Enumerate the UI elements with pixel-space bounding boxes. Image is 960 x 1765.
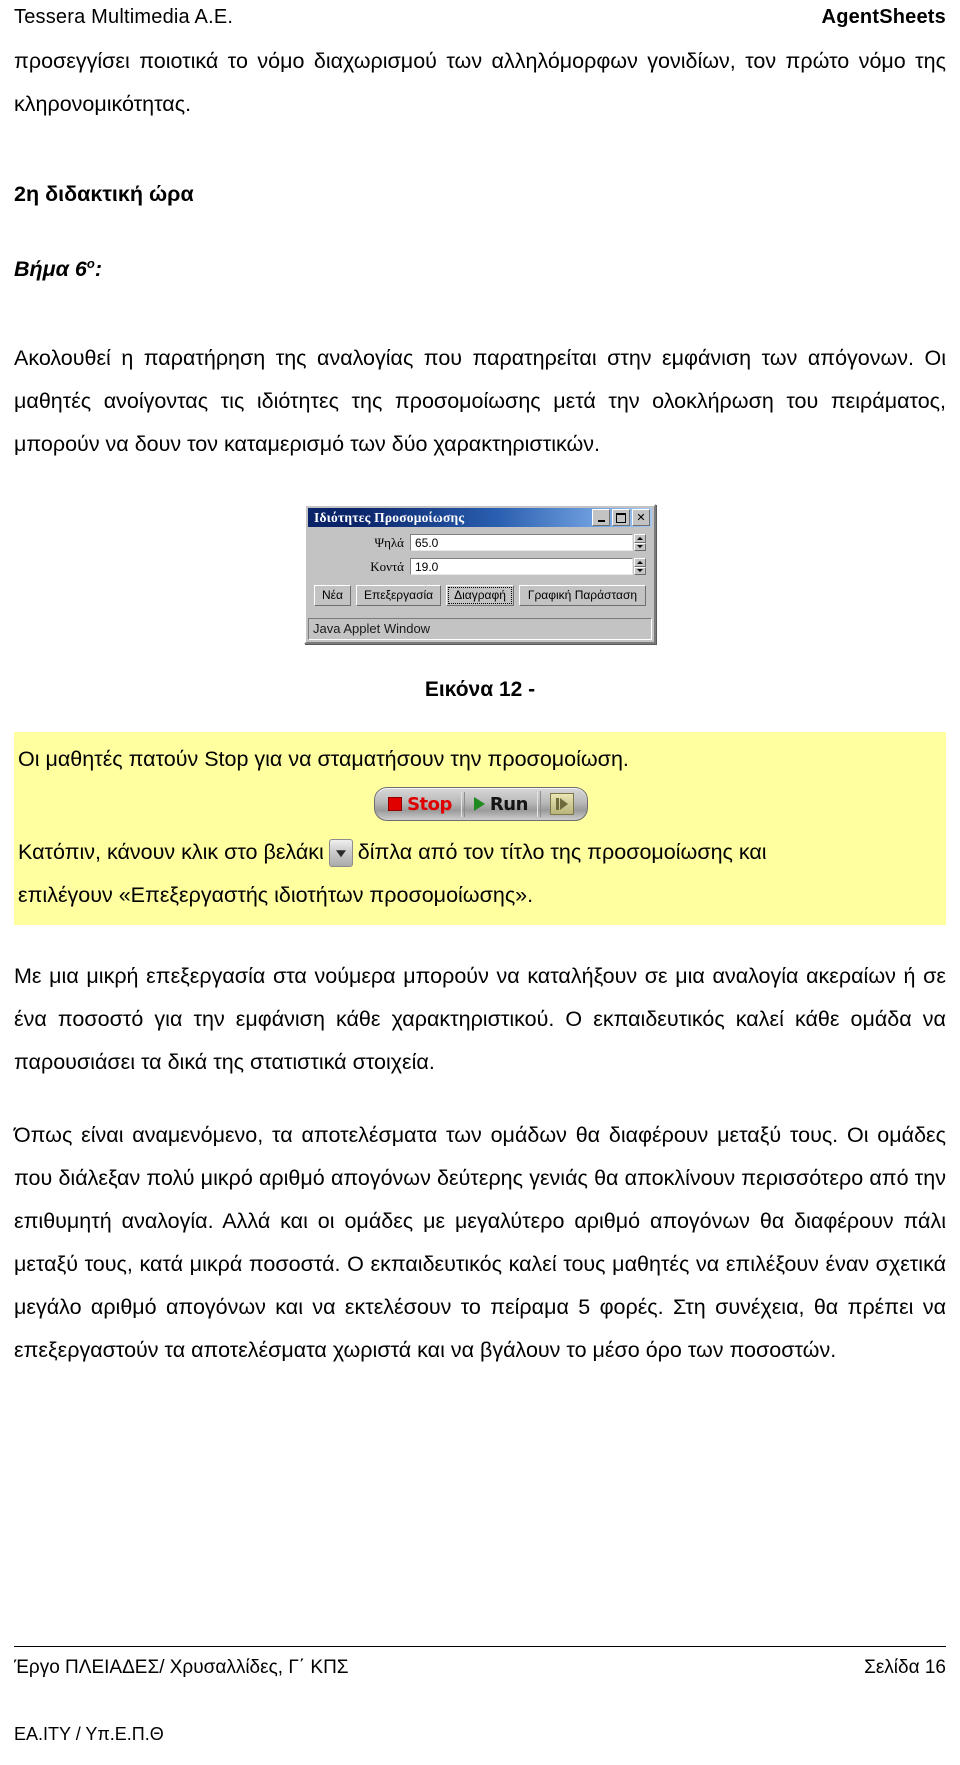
paragraph-after-2: Όπως είναι αναμενόμενο, τα αποτελέσματα … — [14, 1123, 946, 1363]
maximize-button[interactable] — [612, 509, 630, 527]
spinner-up-button[interactable] — [634, 534, 646, 543]
close-button[interactable]: ✕ — [632, 509, 650, 527]
run-button-label: Run — [489, 793, 529, 815]
window-controls: ✕ — [592, 509, 650, 527]
paragraph-step6: Ακολουθεί η παρατήρηση της αναλογίας που… — [14, 346, 946, 457]
field-label-near: Κοντά — [370, 558, 404, 574]
dialog-title-bar: Ιδιότητες Προσομοίωσης ✕ — [308, 508, 652, 528]
step-arrow — [559, 798, 568, 811]
highlight-line-2: Κατόπιν, κάνουν κλικ στο βελάκι δίπλα από… — [18, 831, 944, 874]
edit-button[interactable]: Επεξεργασία — [355, 585, 442, 607]
spinner-down-button[interactable] — [634, 542, 646, 552]
spinner-near[interactable] — [634, 558, 646, 576]
step-heading: Βήμα 6ο: — [14, 244, 946, 289]
dropdown-arrow-icon[interactable] — [328, 839, 353, 868]
lesson-heading: 2η διδακτική ώρα — [14, 182, 194, 206]
field-row-high: Ψηλά 65.0 — [314, 534, 646, 552]
paragraph-continuation: προσεγγίσει ποιοτικά το νόμο διαχωρισμού… — [14, 49, 946, 116]
dialog-button-row: Νέα Επεξεργασία Διαγραφή Γραφική Παράστα… — [314, 585, 646, 607]
header-left-text: Tessera Multimedia A.E. — [14, 6, 234, 28]
play-icon — [473, 797, 485, 812]
stop-button[interactable]: Stop — [379, 791, 462, 817]
figure-simulation-properties: Ιδιότητες Προσομοίωσης ✕ Ψηλά 65.0 Κοντά… — [14, 504, 946, 645]
agentsheets-toolbar: Stop Run — [374, 787, 588, 822]
step-bar — [555, 798, 559, 811]
java-dialog-window: Ιδιότητες Προσομοίωσης ✕ Ψηλά 65.0 Κοντά… — [304, 504, 656, 645]
chevron-up-icon — [637, 560, 643, 564]
paragraph-after-1: Με μια μικρή επεξεργασία στα νούμερα μπο… — [14, 964, 946, 1075]
field-value-high[interactable]: 65.0 — [410, 534, 633, 552]
field-label-high: Ψηλά — [374, 534, 404, 550]
field-row-near: Κοντά 19.0 — [314, 558, 646, 576]
stop-button-label: Stop — [407, 793, 452, 815]
document-page: Tessera Multimedia A.E. AgentSheets προσ… — [0, 0, 960, 1765]
dialog-title: Ιδιότητες Προσομοίωσης — [314, 509, 465, 525]
minimize-icon — [597, 519, 605, 522]
field-value-near[interactable]: 19.0 — [410, 558, 633, 576]
dialog-body: Ψηλά 65.0 Κοντά 19.0 Νέα Επεξεργασία Δια… — [308, 527, 652, 610]
footer-divider — [14, 1646, 946, 1647]
chevron-down-icon — [637, 569, 643, 573]
spinner-up-button[interactable] — [634, 558, 646, 567]
page-number: Σελίδα 16 — [864, 1657, 946, 1678]
graph-button[interactable]: Γραφική Παράσταση — [518, 585, 646, 607]
dialog-status-bar: Java Applet Window — [308, 618, 652, 641]
highlight-line-3: επιλέγουν «Επεξεργαστής ιδιοτήτων προσομ… — [18, 883, 534, 908]
chevron-down-icon — [637, 545, 643, 549]
footer-organization: ΕΑ.ΙΤΥ / Υπ.Ε.Π.Θ — [14, 1724, 164, 1744]
minimize-button[interactable] — [592, 509, 610, 527]
highlight-line-1: Οι μαθητές πατούν Stop για να σταματήσου… — [18, 747, 629, 772]
page-footer: Έργο ΠΛΕΙΑΔΕΣ/ Χρυσαλλίδες, Γ΄ ΚΠΣ Σελίδ… — [14, 1646, 946, 1747]
header-right-text: AgentSheets — [821, 6, 946, 28]
chevron-up-icon — [637, 536, 643, 540]
step-heading-label: Βήμα 6 — [14, 257, 87, 282]
figure-caption: Εικόνα 12 - — [424, 678, 536, 702]
delete-button[interactable]: Διαγραφή — [446, 585, 514, 607]
highlighted-note-block: Οι μαθητές πατούν Stop για να σταματήσου… — [14, 732, 946, 926]
spinner-down-button[interactable] — [634, 566, 646, 576]
step-forward-icon — [549, 793, 574, 816]
run-button[interactable]: Run — [463, 791, 538, 817]
new-button[interactable]: Νέα — [314, 585, 351, 607]
close-icon: ✕ — [636, 511, 646, 525]
highlight-line-2-post: δίπλα από τον τίτλο της προσομοίωσης και — [357, 840, 767, 865]
maximize-icon — [616, 512, 626, 523]
step-heading-ordinal: ο — [86, 256, 95, 271]
footer-left-text: Έργο ΠΛΕΙΑΔΕΣ/ Χρυσαλλίδες, Γ΄ ΚΠΣ — [14, 1657, 349, 1678]
running-header: Tessera Multimedia A.E. AgentSheets — [14, 0, 946, 40]
agentsheets-toolbar-figure: Stop Run — [18, 787, 944, 822]
step-heading-colon: : — [94, 257, 103, 282]
footer-row: Έργο ΠΛΕΙΑΔΕΣ/ Χρυσαλλίδες, Γ΄ ΚΠΣ Σελίδ… — [14, 1653, 946, 1683]
spinner-high[interactable] — [634, 534, 646, 552]
step-button[interactable] — [539, 791, 583, 818]
stop-icon — [388, 797, 403, 812]
highlight-line-2-pre: Κατόπιν, κάνουν κλικ στο βελάκι — [18, 840, 324, 865]
